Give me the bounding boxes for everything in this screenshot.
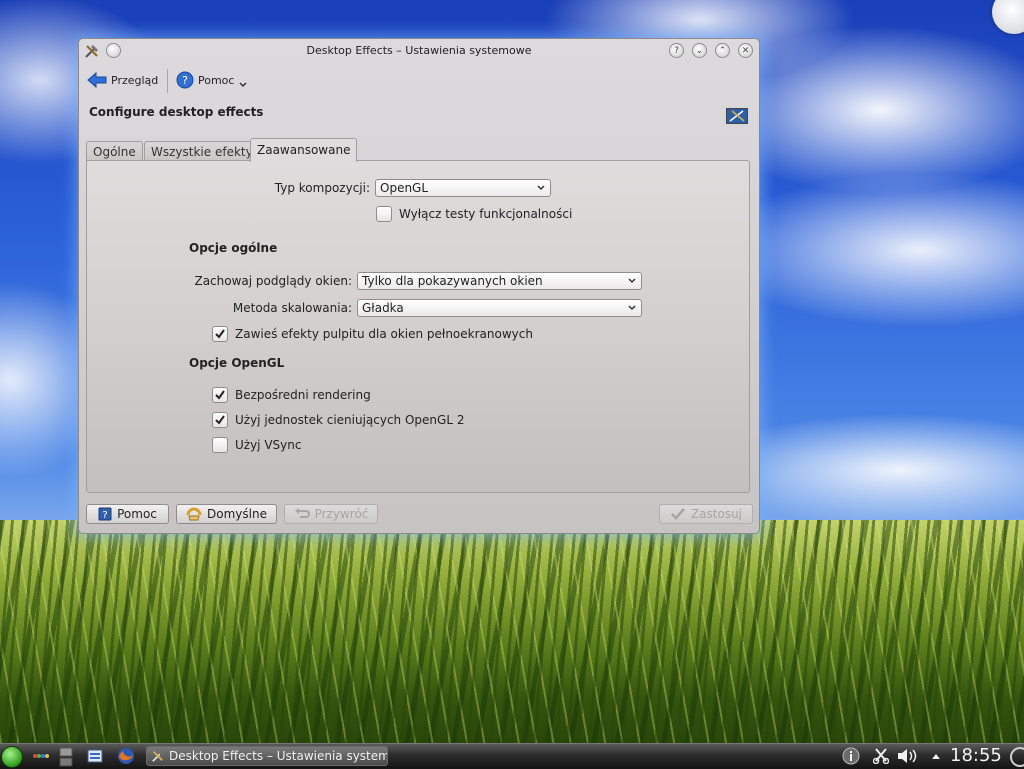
taskbar: Desktop Effects – Ustawienia systemowe 1… (0, 743, 1024, 769)
chevron-down-icon (628, 278, 636, 284)
vsync-checkbox[interactable] (212, 437, 228, 453)
suspend-fullscreen-label[interactable]: Zawieś efekty pulpitu dla okien pełnoekr… (235, 327, 533, 341)
arrow-left-icon (87, 71, 107, 89)
window-titlebar[interactable]: Desktop Effects – Ustawienia systemowe ?… (79, 39, 759, 63)
desktop-effects-icon (726, 108, 748, 124)
help-button-label: Pomoc (117, 507, 157, 521)
reset-button[interactable]: Przywróć (284, 504, 378, 524)
undo-icon (294, 508, 310, 518)
help-icon: ? (176, 71, 194, 89)
checkmark-icon (215, 415, 225, 425)
scale-method-label: Metoda skalowania: (232, 301, 352, 315)
window-title: Desktop Effects – Ustawienia systemowe (306, 44, 532, 57)
apply-button-label: Zastosuj (690, 507, 743, 521)
scale-method-select[interactable]: Gładka (357, 299, 642, 317)
svg-text:?: ? (102, 510, 107, 521)
help-titlebar-button[interactable]: ? (669, 43, 684, 58)
disable-tests-checkbox[interactable] (376, 206, 392, 222)
firefox-icon[interactable] (117, 747, 135, 765)
keep-thumbnails-label: Zachowaj podglądy okien: (194, 274, 352, 288)
reset-button-label: Przywróć (314, 507, 369, 521)
direct-rendering-checkbox[interactable] (212, 387, 228, 403)
chevron-down-icon (239, 82, 247, 88)
page-title: Configure desktop effects (89, 105, 264, 119)
maximize-button[interactable]: ⌃ (715, 43, 730, 58)
tray-expand-icon[interactable] (931, 752, 941, 760)
help-menu-label: Pomoc (198, 73, 235, 87)
help-button[interactable]: ? Pomoc (86, 504, 169, 524)
file-manager-icon[interactable] (87, 748, 103, 764)
opengl-options-heading: Opcje OpenGL (189, 356, 285, 370)
glsl-checkbox[interactable] (212, 412, 228, 428)
minimize-button[interactable]: ⌄ (692, 43, 707, 58)
tab-all-effects[interactable]: Wszystkie efekty (144, 141, 260, 161)
compositing-type-label: Typ kompozycji: (274, 181, 370, 195)
overview-button[interactable]: Przegląd (87, 69, 158, 91)
suspend-fullscreen-checkbox[interactable] (212, 326, 228, 342)
help-menu-button[interactable]: ? Pomoc (176, 69, 252, 91)
defaults-button-label: Domyślne (207, 507, 267, 521)
application-launcher-button[interactable] (1, 746, 23, 768)
panel-toolbox-icon[interactable] (1006, 747, 1024, 767)
general-options-heading: Opcje ogólne (189, 241, 278, 255)
defaults-button[interactable]: Domyślne (176, 504, 277, 524)
direct-rendering-label[interactable]: Bezpośredni rendering (235, 388, 371, 402)
disable-tests-label[interactable]: Wyłącz testy funkcjonalności (399, 207, 572, 221)
storage-icon[interactable] (58, 747, 74, 767)
close-button[interactable]: ✕ (738, 43, 753, 58)
desktop-effects-window: Desktop Effects – Ustawienia systemowe ?… (78, 38, 760, 534)
toolbar-separator (167, 69, 168, 93)
compositing-type-select[interactable]: OpenGL (375, 179, 551, 197)
compositing-type-value: OpenGL (380, 181, 429, 195)
overview-label: Przegląd (111, 73, 159, 87)
apply-button[interactable]: Zastosuj (659, 504, 753, 524)
klipper-scissors-icon[interactable] (873, 748, 889, 764)
taskbar-window-label: Desktop Effects – Ustawienia systemowe (169, 749, 388, 763)
clock[interactable]: 18:55 (950, 745, 1002, 766)
info-icon[interactable] (842, 747, 860, 765)
defaults-icon (186, 507, 202, 521)
wallpaper-grass (0, 520, 1024, 743)
taskbar-window-button[interactable]: Desktop Effects – Ustawienia systemowe (146, 746, 388, 766)
pager-icon[interactable] (33, 752, 49, 760)
keep-thumbnails-value: Tylko dla pokazywanych okien (362, 274, 543, 288)
scale-method-value: Gładka (362, 301, 404, 315)
checkmark-icon (671, 508, 685, 520)
help-book-icon: ? (98, 507, 112, 521)
tools-icon (152, 751, 163, 762)
volume-icon[interactable] (897, 748, 919, 764)
checkmark-icon (215, 329, 225, 339)
keep-thumbnails-select[interactable]: Tylko dla pokazywanych okien (357, 272, 642, 290)
checkmark-icon (215, 390, 225, 400)
tab-advanced[interactable]: Zaawansowane (250, 138, 358, 162)
chevron-down-icon (628, 305, 636, 311)
tab-general[interactable]: Ogólne (86, 141, 143, 161)
chevron-down-icon (537, 185, 545, 191)
glsl-label[interactable]: Użyj jednostek cieniujących OpenGL 2 (235, 413, 464, 427)
vsync-label[interactable]: Użyj VSync (235, 438, 301, 452)
svg-text:?: ? (182, 74, 188, 87)
desktop-toolbox-widget[interactable] (992, 0, 1024, 34)
